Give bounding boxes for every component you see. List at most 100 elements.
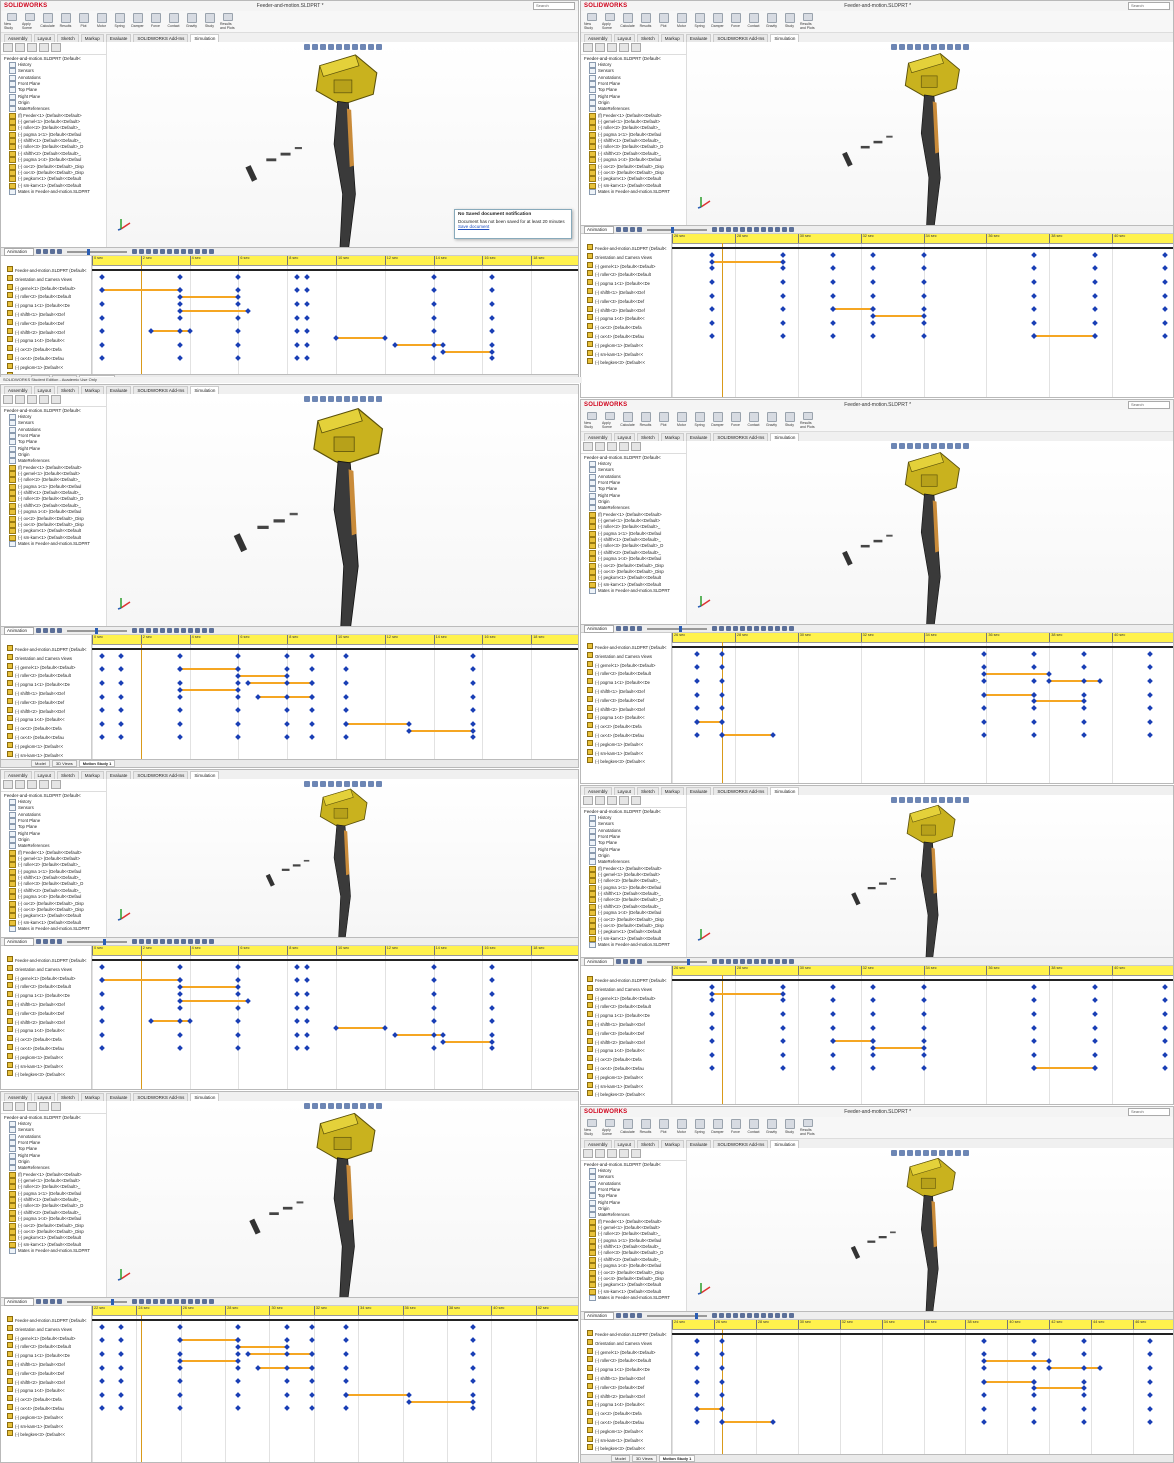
timeline-tree-item[interactable]: (-) ox<4> (Default<<Defau — [1, 732, 91, 742]
ribbon-button[interactable]: Motor — [674, 412, 689, 429]
keyframe[interactable] — [1081, 1392, 1088, 1399]
time-ruler[interactable]: 0 sec 2 sec 4 sec 6 sec 8 sec 10 sec 12 sec 14 … — [92, 946, 578, 956]
change-bar[interactable] — [1034, 1387, 1085, 1390]
keyframe[interactable] — [147, 328, 154, 335]
playback-speed-slider[interactable] — [647, 226, 708, 233]
keyframe[interactable] — [489, 1038, 495, 1045]
keyframe[interactable] — [709, 983, 716, 990]
keyframe[interactable] — [694, 1419, 700, 1426]
ribbon-button[interactable]: Plot — [76, 13, 91, 30]
keyframe[interactable] — [235, 1031, 242, 1038]
keyframe[interactable] — [303, 341, 310, 348]
timeline-tree-item[interactable]: (-) roller<2> (Default<<Default — [581, 669, 671, 678]
playback-button[interactable] — [637, 227, 643, 232]
playback-button[interactable] — [36, 249, 42, 254]
timeline-tree-item[interactable]: (-) pegkom<1> (Default<< — [581, 1072, 671, 1082]
timeline-tree-item[interactable]: (-) pogma 1<4> (Default<< — [581, 1046, 671, 1055]
timeline-tree-item[interactable]: (-) gemel<1> (Default<<Default> — [1, 973, 91, 983]
ribbon-button[interactable]: Contact — [746, 1119, 761, 1136]
tree-tab-icon[interactable] — [3, 395, 13, 404]
keyframe[interactable] — [920, 306, 927, 313]
keyframe[interactable] — [830, 1038, 836, 1045]
motion-tool-icon[interactable] — [160, 249, 166, 254]
keyframe[interactable] — [342, 680, 349, 686]
time-bar[interactable] — [140, 644, 142, 762]
time-ruler[interactable]: 0 sec 2 sec 4 sec 6 sec 8 sec 10 sec 12 sec 14 … — [92, 256, 578, 266]
keyframe[interactable] — [235, 734, 242, 741]
tab-solidworks-add-ins[interactable]: SOLIDWORKS Add-Ins — [133, 34, 189, 42]
keyframe[interactable] — [1162, 1011, 1168, 1017]
timeline-tree-item[interactable]: (-) ox<4> (Default<<Defau — [581, 1417, 671, 1427]
view-tool-icon[interactable] — [923, 1150, 929, 1156]
view-tool-icon[interactable] — [335, 396, 342, 402]
keyframe[interactable] — [489, 348, 495, 355]
tab-assembly[interactable]: Assembly — [584, 433, 612, 441]
keyframe[interactable] — [303, 287, 310, 294]
change-bar[interactable] — [336, 337, 385, 339]
view-tool-icon[interactable] — [931, 1150, 937, 1156]
keyframe[interactable] — [235, 666, 242, 673]
keyframe[interactable] — [1091, 292, 1098, 299]
keyframe[interactable] — [1081, 1378, 1088, 1385]
motion-tool-icon[interactable] — [761, 227, 767, 232]
keyframe[interactable] — [779, 1038, 786, 1045]
keyframe[interactable] — [489, 1004, 495, 1011]
keyframe[interactable] — [709, 279, 716, 285]
ribbon-button[interactable]: Calculate — [620, 13, 635, 30]
keyframe[interactable] — [469, 652, 476, 659]
keyframe[interactable] — [694, 1351, 700, 1358]
keyframe[interactable] — [308, 666, 315, 673]
view-tool-icon[interactable] — [923, 443, 929, 449]
change-bar[interactable] — [409, 729, 473, 732]
keyframe[interactable] — [98, 693, 105, 700]
keyframe[interactable] — [709, 1011, 716, 1017]
keyframe[interactable] — [303, 1031, 310, 1038]
view-tool-icon[interactable] — [939, 443, 945, 449]
keyframe[interactable] — [235, 977, 242, 984]
keyframe[interactable] — [1031, 1011, 1037, 1017]
tree-tab-icon[interactable] — [15, 43, 25, 52]
timeline-tree-item[interactable]: (-) ox<4> (Default<<Defau — [1, 1403, 91, 1413]
motion-tool-icon[interactable] — [747, 227, 753, 232]
tree-root-node[interactable]: Feeder-and-motion.SLDPRT (Default< — [1, 407, 106, 414]
playback-button[interactable] — [50, 249, 56, 254]
search-input[interactable]: Search — [1128, 401, 1170, 409]
motion-tool-icon[interactable] — [195, 628, 201, 633]
timeline-tree-item[interactable]: (-) gemel<1> (Default<<Default> — [581, 993, 671, 1003]
motion-tool-icon[interactable] — [209, 628, 215, 633]
timeline-tree-item[interactable]: Orientation and Camera Views — [1, 964, 91, 974]
keyframe[interactable] — [98, 1045, 105, 1052]
slider-handle[interactable] — [687, 958, 691, 965]
motion-tool-icon[interactable] — [167, 1299, 173, 1304]
keyframe[interactable] — [1091, 1051, 1098, 1058]
timeline-tree-item[interactable]: (-) shifth<1> (Default<<Def — [1, 688, 91, 698]
slider-handle[interactable] — [671, 226, 675, 233]
motion-tool-icon[interactable] — [726, 626, 732, 631]
keyframe[interactable] — [1046, 671, 1053, 678]
keyframe[interactable] — [489, 287, 495, 294]
keyframe[interactable] — [1091, 1024, 1098, 1031]
keyframe[interactable] — [709, 306, 716, 313]
ribbon-button[interactable]: Results and Plots — [800, 13, 815, 30]
view-tool-icon[interactable] — [327, 396, 334, 402]
3d-viewport[interactable] — [687, 42, 1173, 231]
keyframe[interactable] — [303, 1004, 310, 1011]
timeline-tree-item[interactable]: Feeder-and-motion.SLDPRT (Default< — [581, 1330, 671, 1339]
study-type-select[interactable]: Animation — [4, 937, 35, 946]
keyframe[interactable] — [440, 341, 447, 348]
keyframe[interactable] — [430, 301, 437, 307]
playback-button[interactable] — [57, 1299, 63, 1304]
search-input[interactable]: Search — [1128, 1108, 1170, 1116]
keyframe[interactable] — [118, 720, 125, 727]
keyframe[interactable] — [1091, 997, 1098, 1004]
playback-button[interactable] — [616, 959, 622, 964]
motion-tool-icon[interactable] — [733, 227, 739, 232]
motion-tool-icon[interactable] — [139, 1299, 145, 1304]
keyframe[interactable] — [406, 720, 413, 727]
keyframe[interactable] — [870, 997, 877, 1004]
keyframe[interactable] — [1091, 1011, 1098, 1017]
timeline-tree-item[interactable]: (-) belegkes<3> (Default<< — [1, 1430, 91, 1439]
keyframe[interactable] — [342, 652, 349, 659]
timeline-tree-item[interactable]: (-) roller<3> (Default<<Def — [1, 318, 91, 328]
tab-solidworks-add-ins[interactable]: SOLIDWORKS Add-Ins — [713, 34, 769, 42]
